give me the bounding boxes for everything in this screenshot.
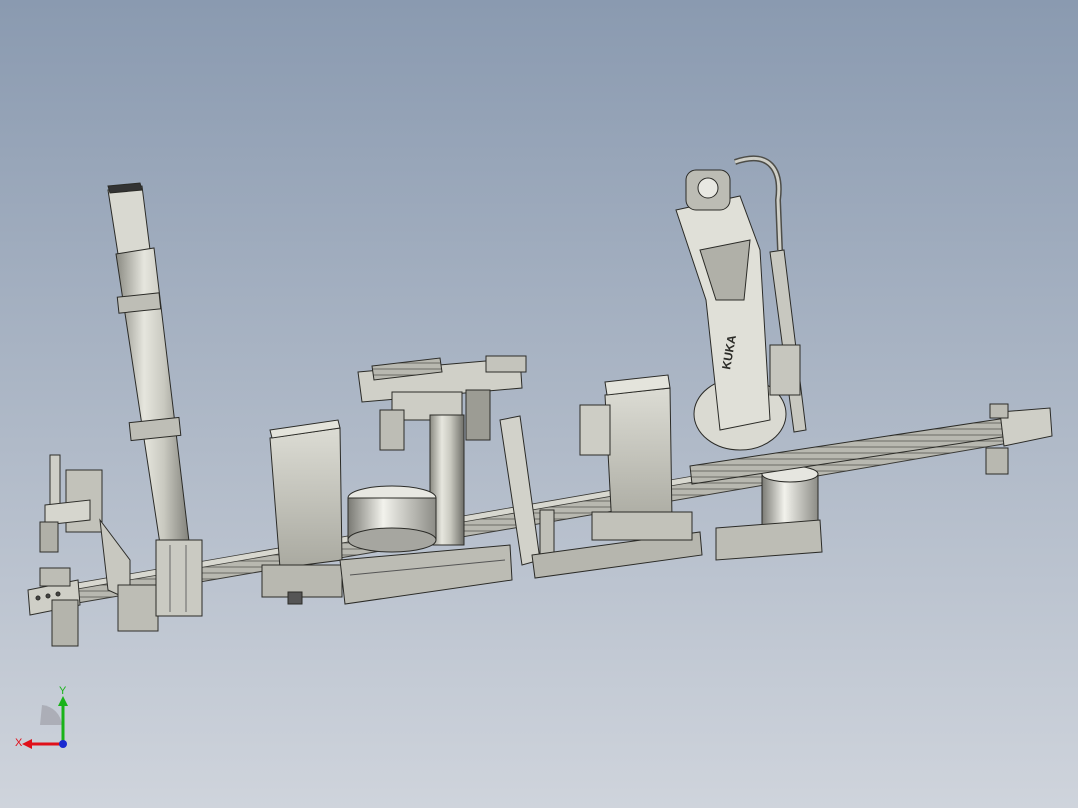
x-axis-label: X — [15, 737, 23, 749]
y-axis-label: Y — [59, 685, 67, 697]
coordinate-triad: Y X — [10, 680, 80, 750]
cad-assembly-scene[interactable]: KUKA — [0, 0, 1078, 808]
cad-viewport[interactable]: KUKA Y X — [0, 0, 1078, 808]
z-axis-dot — [59, 740, 67, 748]
x-axis-arrowhead — [22, 739, 32, 749]
y-axis-arrowhead — [58, 696, 68, 706]
axis-triad-graphic: Y X — [15, 685, 68, 749]
